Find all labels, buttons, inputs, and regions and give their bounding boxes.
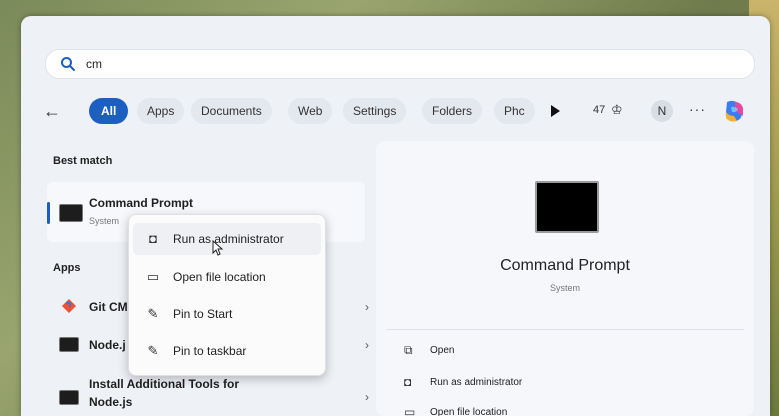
preview-pane: Command Prompt System ⧉ Open ◘ Run as ad… xyxy=(376,141,754,416)
menu-item-label: Run as administrator xyxy=(173,232,284,246)
pin-icon: ✎ xyxy=(147,306,159,321)
menu-item-pin-to-taskbar[interactable]: ✎ Pin to taskbar xyxy=(133,335,321,367)
search-box[interactable]: cm xyxy=(45,49,755,79)
back-arrow-icon[interactable]: ← xyxy=(41,100,63,122)
action-label: Open file location xyxy=(430,407,508,416)
filter-photos[interactable]: Phc xyxy=(494,98,535,124)
shield-icon: ◘ xyxy=(149,231,157,246)
preview-title: Command Prompt xyxy=(500,257,630,274)
apps-heading: Apps xyxy=(53,262,81,274)
action-label: Open xyxy=(430,345,455,356)
rewards-points[interactable]: 47 xyxy=(593,104,605,116)
chevron-right-icon[interactable]: › xyxy=(365,390,369,404)
best-match-heading: Best match xyxy=(53,155,113,167)
filter-all[interactable]: All xyxy=(89,98,129,124)
best-match-name: Command Prompt xyxy=(89,196,194,210)
copilot-icon[interactable] xyxy=(721,98,747,124)
menu-item-label: Pin to Start xyxy=(173,307,233,321)
best-match-type: System xyxy=(89,216,120,226)
mouse-cursor-icon xyxy=(212,240,224,256)
filter-apps[interactable]: Apps xyxy=(137,98,185,124)
chevron-right-icon[interactable]: › xyxy=(365,300,369,314)
app-name: Node.j xyxy=(89,338,126,352)
app-result-node-tools[interactable]: Install Additional Tools for Node.js › xyxy=(47,374,369,416)
menu-item-label: Open file location xyxy=(173,270,266,284)
filter-folders[interactable]: Folders xyxy=(422,98,483,124)
more-options-icon[interactable]: ··· xyxy=(689,101,706,117)
scroll-filters-icon[interactable] xyxy=(551,105,560,117)
avatar[interactable]: N xyxy=(651,100,673,122)
node-icon xyxy=(59,337,79,352)
menu-item-open-file-location[interactable]: ▭ Open file location xyxy=(133,261,321,293)
menu-item-pin-to-start[interactable]: ✎ Pin to Start xyxy=(133,298,321,330)
git-icon xyxy=(62,299,76,313)
app-name-line2: Node.js xyxy=(89,395,133,409)
app-name: Install Additional Tools for xyxy=(89,377,239,391)
search-input[interactable]: cm xyxy=(86,57,102,71)
filter-documents[interactable]: Documents xyxy=(191,98,272,124)
trophy-icon[interactable]: ♔ xyxy=(611,102,623,118)
folder-icon: ▭ xyxy=(404,405,416,416)
preview-subtitle: System xyxy=(549,283,580,293)
open-icon: ⧉ xyxy=(404,343,413,357)
selection-indicator xyxy=(47,202,50,224)
filter-bar: ← All Apps Documents Web Settings Folder… xyxy=(41,96,761,126)
filter-settings[interactable]: Settings xyxy=(343,98,407,124)
context-menu: ◘ Run as administrator ▭ Open file locat… xyxy=(128,214,326,376)
command-prompt-icon xyxy=(59,204,83,222)
folder-icon: ▭ xyxy=(146,269,160,284)
menu-item-label: Pin to taskbar xyxy=(173,344,247,358)
action-label: Run as administrator xyxy=(430,377,523,388)
command-prompt-large-icon xyxy=(535,181,599,233)
chevron-right-icon[interactable]: › xyxy=(365,338,369,352)
shield-icon: ◘ xyxy=(404,375,412,389)
app-name: Git CM xyxy=(89,300,128,314)
divider xyxy=(386,329,744,330)
node-tools-icon xyxy=(59,390,79,405)
filter-web[interactable]: Web xyxy=(288,98,333,124)
search-icon xyxy=(61,57,75,71)
pin-icon: ✎ xyxy=(147,343,159,358)
menu-item-run-as-administrator[interactable]: ◘ Run as administrator xyxy=(133,223,321,255)
